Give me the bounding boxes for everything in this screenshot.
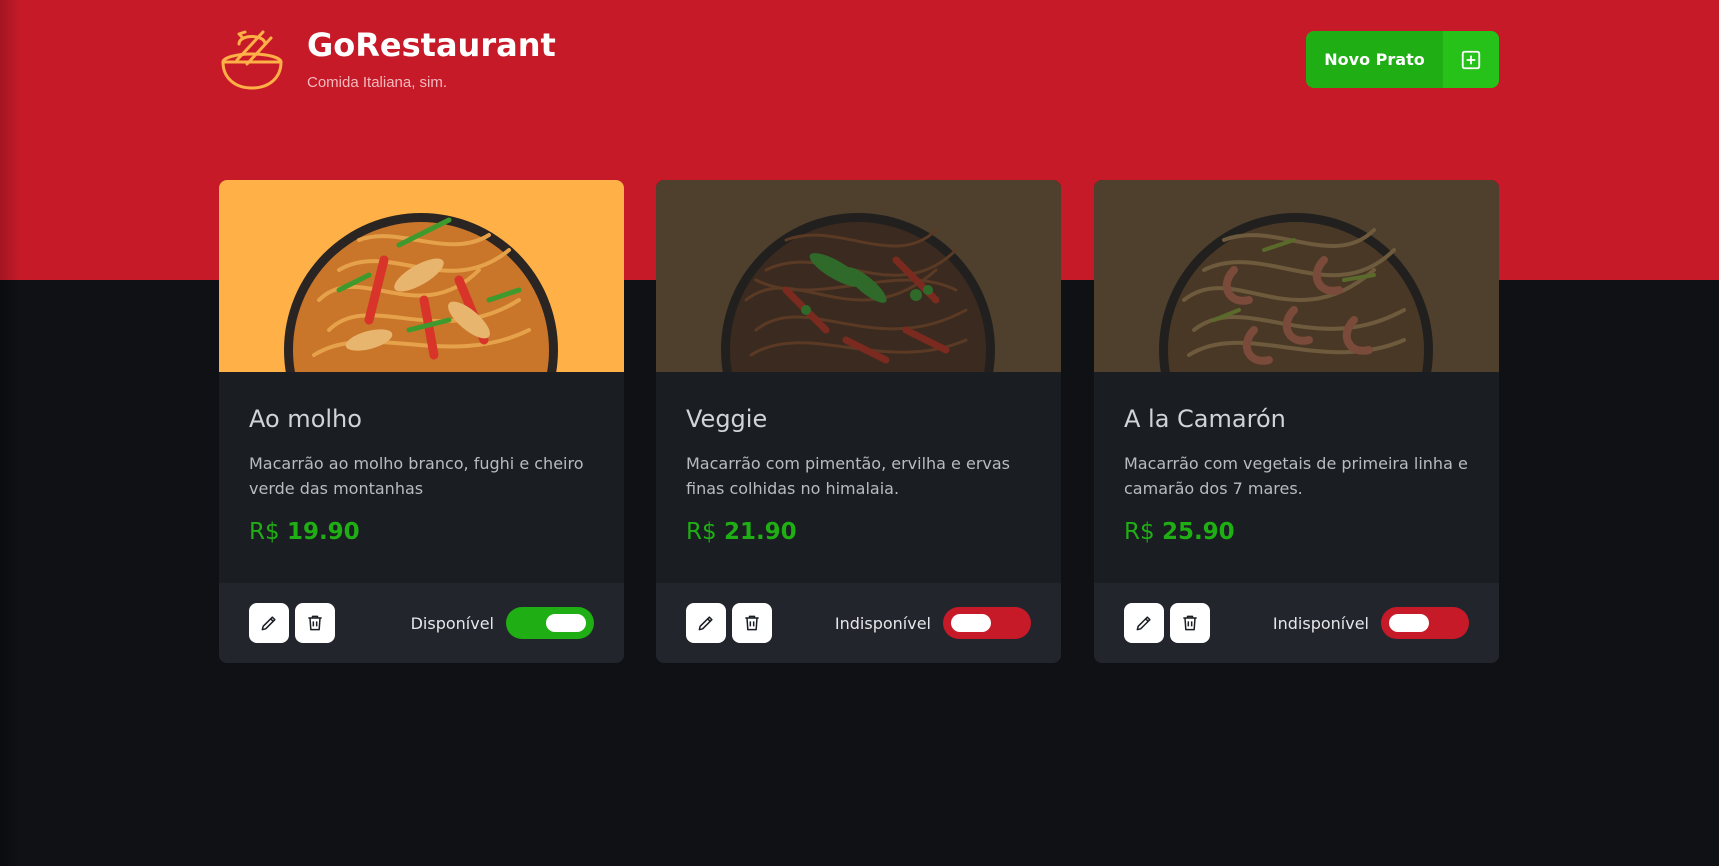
price-value: 19.90	[286, 519, 360, 545]
delete-button[interactable]	[1170, 603, 1210, 643]
food-price: R$ 21.90	[686, 519, 1031, 545]
delete-button[interactable]	[732, 603, 772, 643]
availability-toggle[interactable]	[943, 607, 1031, 639]
edit-button[interactable]	[1124, 603, 1164, 643]
toggle-knob	[546, 614, 586, 632]
food-name: Ao molho	[249, 405, 362, 433]
bowl-icon	[221, 30, 283, 90]
currency-symbol: R$	[249, 519, 280, 545]
food-name: A la Camarón	[1124, 405, 1286, 433]
food-card: Veggie Macarrão com pimentão, ervilha e …	[656, 180, 1061, 663]
page-edge-shade	[0, 280, 20, 866]
trash-icon	[745, 615, 759, 631]
app-name: GoRestaurant	[307, 26, 556, 64]
currency-symbol: R$	[686, 519, 717, 545]
food-description: Macarrão com pimentão, ervilha e ervas f…	[686, 454, 1011, 498]
food-name: Veggie	[686, 405, 768, 433]
food-price: R$ 19.90	[249, 519, 594, 545]
food-description: Macarrão com vegetais de primeira linha …	[1124, 454, 1468, 498]
pencil-icon	[261, 616, 276, 631]
food-image	[656, 180, 1061, 372]
price-value: 21.90	[723, 519, 797, 545]
food-card: A la Camarón Macarrão com vegetais de pr…	[1094, 180, 1499, 663]
availability-label: Disponível	[410, 613, 494, 633]
toggle-knob	[951, 614, 991, 632]
app-tagline: Comida Italiana, sim.	[307, 74, 448, 91]
price-value: 25.90	[1161, 519, 1235, 545]
availability: Disponível	[411, 607, 594, 639]
food-price: R$ 25.90	[1124, 519, 1469, 545]
delete-button[interactable]	[295, 603, 335, 643]
trash-icon	[308, 615, 322, 631]
pencil-icon	[1136, 616, 1151, 631]
plus-square-icon	[1443, 31, 1499, 88]
availability-toggle[interactable]	[506, 607, 594, 639]
availability-label: Indisponível	[834, 613, 931, 633]
card-footer: Disponível	[219, 583, 624, 663]
food-description: Macarrão ao molho branco, fughi e cheiro…	[249, 454, 584, 498]
food-card: Ao molho Macarrão ao molho branco, fughi…	[219, 180, 624, 663]
edit-button[interactable]	[249, 603, 289, 643]
currency-symbol: R$	[1124, 519, 1155, 545]
card-footer: Indisponível	[1094, 583, 1499, 663]
availability: Indisponível	[835, 607, 1031, 639]
trash-icon	[1183, 615, 1197, 631]
availability: Indisponível	[1273, 607, 1469, 639]
availability-toggle[interactable]	[1381, 607, 1469, 639]
availability-label: Indisponível	[1272, 613, 1369, 633]
new-dish-button[interactable]: Novo Prato	[1306, 31, 1499, 88]
new-dish-button-label: Novo Prato	[1324, 50, 1425, 69]
card-footer: Indisponível	[656, 583, 1061, 663]
edit-button[interactable]	[686, 603, 726, 643]
toggle-knob	[1389, 614, 1429, 632]
pencil-icon	[698, 616, 713, 631]
food-image	[219, 180, 624, 372]
brand: GoRestaurant Comida Italiana, sim.	[219, 26, 556, 92]
food-image	[1094, 180, 1499, 372]
